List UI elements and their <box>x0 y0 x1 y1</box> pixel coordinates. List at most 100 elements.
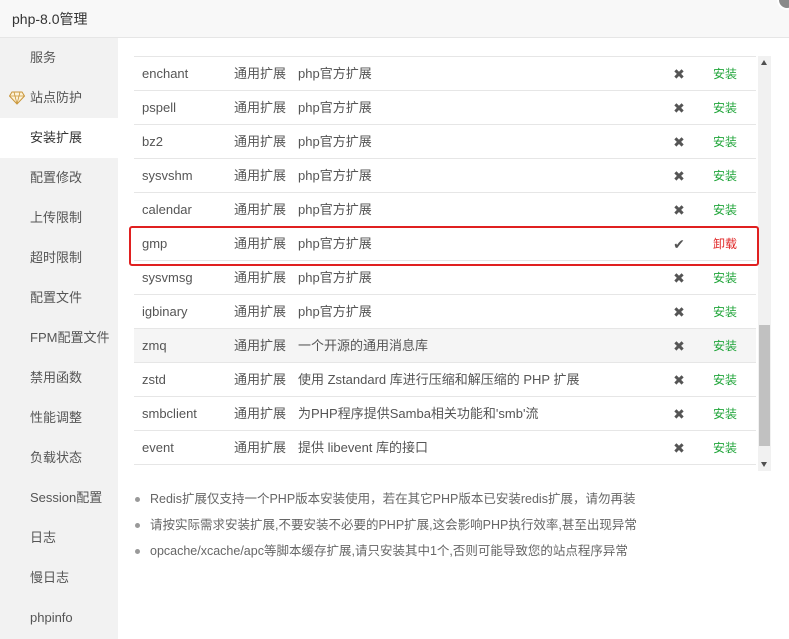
cross-icon: ✖ <box>673 270 685 286</box>
cross-icon: ✖ <box>673 338 685 354</box>
extension-name: igbinary <box>142 304 188 319</box>
table-row: igbinary 通用扩展 php官方扩展 ✖ 安装 <box>134 295 756 329</box>
sidebar-item-label: FPM配置文件 <box>30 330 110 345</box>
install-button[interactable]: 安装 <box>713 295 737 329</box>
install-button[interactable]: 安装 <box>713 57 737 91</box>
scroll-down-arrow-icon[interactable] <box>758 458 771 471</box>
sidebar-item[interactable]: 服务 <box>0 38 118 78</box>
table-row: bz2 通用扩展 php官方扩展 ✖ 安装 <box>134 125 756 159</box>
extension-name: sysvshm <box>142 168 193 183</box>
extension-description: 提供 libevent 库的接口 <box>298 440 429 455</box>
extension-description: php官方扩展 <box>298 202 372 217</box>
note-item: Redis扩展仅支持一个PHP版本安装使用，若在其它PHP版本已安装redis扩… <box>132 489 772 515</box>
scrollbar-thumb[interactable] <box>759 325 770 446</box>
sidebar-item[interactable]: 安装扩展 <box>0 118 118 158</box>
extension-type: 通用扩展 <box>234 134 287 149</box>
cross-icon: ✖ <box>673 100 685 116</box>
install-button[interactable]: 安装 <box>713 329 737 363</box>
extension-type: 通用扩展 <box>234 100 287 115</box>
cross-icon: ✖ <box>673 168 685 184</box>
extension-name: zstd <box>142 372 166 387</box>
extension-name: gmp <box>142 236 168 251</box>
sidebar-item[interactable]: 上传限制 <box>0 198 118 238</box>
extension-type: 通用扩展 <box>234 236 287 251</box>
table-row: event 通用扩展 提供 libevent 库的接口 ✖ 安装 <box>134 431 756 465</box>
extension-type: 通用扩展 <box>234 168 287 183</box>
cross-icon: ✖ <box>673 440 685 456</box>
sidebar-item-label: 配置文件 <box>30 290 83 305</box>
install-button[interactable]: 安装 <box>713 261 737 295</box>
sidebar-item-label: 安装扩展 <box>30 130 83 145</box>
sidebar-item[interactable]: 慢日志 <box>0 558 118 598</box>
sidebar-item-label: 禁用函数 <box>30 370 83 385</box>
window-titlebar: php-8.0管理 <box>0 0 789 38</box>
sidebar-item-label: 性能调整 <box>30 410 83 425</box>
extension-type: 通用扩展 <box>234 406 287 421</box>
extension-name: zmq <box>142 338 167 353</box>
install-button[interactable]: 安装 <box>713 193 737 227</box>
uninstall-button[interactable]: 卸载 <box>713 227 737 261</box>
sidebar-item[interactable]: 超时限制 <box>0 238 118 278</box>
table-row: zstd 通用扩展 使用 Zstandard 库进行压缩和解压缩的 PHP 扩展 ✖ 安… <box>134 363 756 397</box>
extension-description: php官方扩展 <box>298 270 372 285</box>
cross-icon: ✖ <box>673 202 685 218</box>
scrollbar[interactable] <box>758 56 771 471</box>
sidebar-item[interactable]: 配置文件 <box>0 278 118 318</box>
extension-description: 为PHP程序提供Samba相关功能和'smb'流 <box>298 406 539 421</box>
extension-name: event <box>142 440 174 455</box>
extension-table: enchant 通用扩展 php官方扩展 ✖ 安装 pspell 通用扩展 php官方扩展 ✖ 安… <box>134 56 756 471</box>
install-button[interactable]: 安装 <box>713 431 737 465</box>
extension-type: 通用扩展 <box>234 270 287 285</box>
extension-description: php官方扩展 <box>298 134 372 149</box>
extension-type: 通用扩展 <box>234 66 287 81</box>
extension-description: php官方扩展 <box>298 236 372 251</box>
sidebar-item-label: Session配置 <box>30 490 103 505</box>
extension-description: php官方扩展 <box>298 304 372 319</box>
sidebar-item-label: 配置修改 <box>30 170 83 185</box>
note-item: 请按实际需求安装扩展,不要安装不必要的PHP扩展,这会影响PHP执行效率,甚至出… <box>132 515 772 541</box>
extension-name: bz2 <box>142 134 163 149</box>
extension-description: 使用 Zstandard 库进行压缩和解压缩的 PHP 扩展 <box>298 372 580 387</box>
table-row: pspell 通用扩展 php官方扩展 ✖ 安装 <box>134 91 756 125</box>
sidebar-item[interactable]: 配置修改 <box>0 158 118 198</box>
install-button[interactable]: 安装 <box>713 159 737 193</box>
install-button[interactable]: 安装 <box>713 125 737 159</box>
diamond-icon <box>9 91 25 105</box>
sidebar-item-label: 超时限制 <box>30 250 83 265</box>
extension-type: 通用扩展 <box>234 202 287 217</box>
extension-name: calendar <box>142 202 192 217</box>
extension-name: pspell <box>142 100 176 115</box>
extension-description: php官方扩展 <box>298 66 372 81</box>
table-row: enchant 通用扩展 php官方扩展 ✖ 安装 <box>134 57 756 91</box>
table-row: gmp 通用扩展 php官方扩展 ✔ 卸载 <box>134 227 756 261</box>
cross-icon: ✖ <box>673 406 685 422</box>
sidebar-item[interactable]: 日志 <box>0 518 118 558</box>
sidebar: 服务 站点防护安装扩展配置修改上传限制超时限制配置文件 FPM配置文件 禁用函数性能调… <box>0 38 118 639</box>
extension-type: 通用扩展 <box>234 338 287 353</box>
extension-description: php官方扩展 <box>298 168 372 183</box>
sidebar-item-label: 负载状态 <box>30 450 83 465</box>
sidebar-item[interactable]: 负载状态 <box>0 438 118 478</box>
cross-icon: ✖ <box>673 372 685 388</box>
table-row: smbclient 通用扩展 为PHP程序提供Samba相关功能和'smb'流 ✖ 安装 <box>134 397 756 431</box>
install-button[interactable]: 安装 <box>713 397 737 431</box>
cross-icon: ✖ <box>673 304 685 320</box>
sidebar-item[interactable]: phpinfo <box>0 598 118 638</box>
install-button[interactable]: 安装 <box>713 363 737 397</box>
extension-name: smbclient <box>142 406 197 421</box>
close-icon[interactable] <box>777 0 789 10</box>
table-row: zmq 通用扩展 一个开源的通用消息库 ✖ 安装 <box>134 329 756 363</box>
install-button[interactable]: 安装 <box>713 91 737 125</box>
extension-type: 通用扩展 <box>234 304 287 319</box>
extension-name: enchant <box>142 66 189 81</box>
scroll-up-arrow-icon[interactable] <box>758 56 771 69</box>
sidebar-item[interactable]: 性能调整 <box>0 398 118 438</box>
sidebar-item[interactable]: FPM配置文件 <box>0 318 118 358</box>
sidebar-item[interactable]: 禁用函数 <box>0 358 118 398</box>
sidebar-item[interactable]: Session配置 <box>0 478 118 518</box>
extension-type: 通用扩展 <box>234 440 287 455</box>
sidebar-item[interactable]: 站点防护 <box>0 78 118 118</box>
sidebar-item-label: phpinfo <box>30 610 73 625</box>
extension-description: 一个开源的通用消息库 <box>298 338 429 353</box>
sidebar-item-label: 日志 <box>30 530 57 545</box>
